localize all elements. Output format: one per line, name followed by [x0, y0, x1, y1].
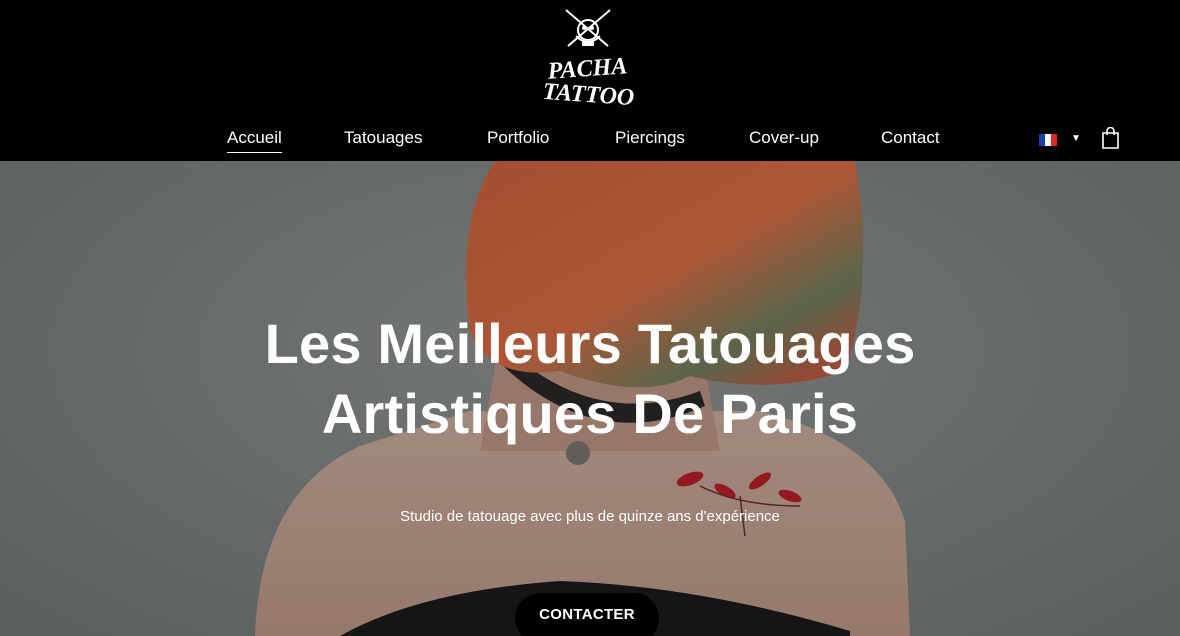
logo-text-line2: TATTOO	[542, 79, 635, 110]
flag-france-icon	[1039, 134, 1057, 146]
main-nav: Accueil Tatouages Portfolio Piercings Co…	[0, 124, 1180, 156]
hero-title-line1: Les Meilleurs Tatouages	[264, 312, 916, 375]
nav-item-cover-up[interactable]: Cover-up	[749, 128, 819, 148]
nav-item-tatouages[interactable]: Tatouages	[344, 128, 422, 148]
cart-button[interactable]	[1101, 126, 1120, 149]
logo-emblem-icon: PACHA TATTOO	[542, 9, 635, 111]
language-selector[interactable]: ▼	[1039, 132, 1085, 148]
nav-item-portfolio[interactable]: Portfolio	[487, 128, 549, 148]
nav-item-accueil[interactable]: Accueil	[227, 128, 282, 153]
hero-section: Les Meilleurs Tatouages Artistiques De P…	[0, 161, 1180, 636]
caret-down-icon: ▼	[1071, 133, 1081, 144]
hero-title-line2: Artistiques De Paris	[321, 382, 859, 445]
nav-item-contact[interactable]: Contact	[881, 128, 940, 148]
site-header: PACHA TATTOO Accueil Tatouages Portfolio…	[0, 0, 1180, 161]
hero-title: Les Meilleurs Tatouages Artistiques De P…	[0, 309, 1180, 449]
brand-logo[interactable]: PACHA TATTOO	[536, 6, 640, 111]
nav-item-piercings[interactable]: Piercings	[615, 128, 685, 148]
shopping-bag-icon	[1102, 126, 1119, 149]
hero-subtitle: Studio de tatouage avec plus de quinze a…	[400, 508, 780, 525]
contact-button[interactable]: CONTACTER	[515, 593, 659, 636]
